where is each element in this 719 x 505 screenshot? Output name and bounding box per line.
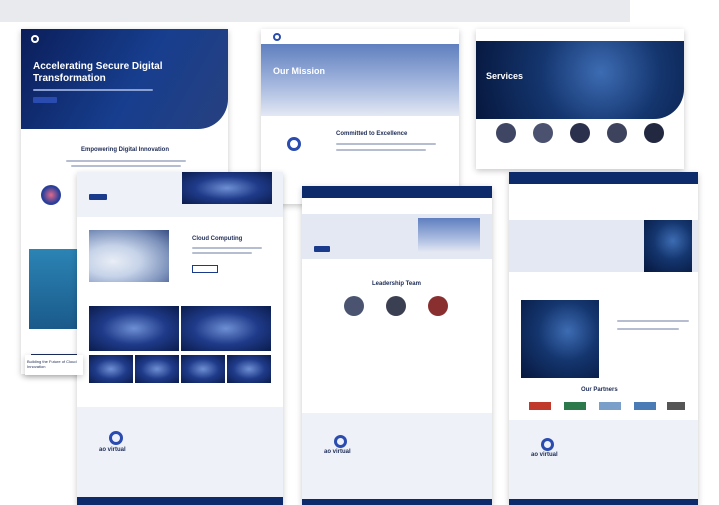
service-icon xyxy=(496,123,516,143)
partners-feature-image xyxy=(521,300,599,378)
mission-section-title: Committed to Excellence xyxy=(336,131,408,137)
logo-mark-icon xyxy=(287,137,301,151)
home-cone-image xyxy=(29,249,77,329)
logo-mark-icon xyxy=(334,435,347,448)
section-text-line xyxy=(192,252,252,254)
partner-logo xyxy=(667,402,685,410)
logo-mark-icon xyxy=(273,33,281,41)
page-partners: Our Partners ao virtual xyxy=(509,172,698,505)
page-cloud: Cloud Computing ao virtual xyxy=(77,172,283,505)
section-text-line xyxy=(336,143,436,145)
home-hero: Accelerating Secure Digital Transformati… xyxy=(21,29,228,129)
team-footer: ao virtual xyxy=(302,413,492,505)
home-section-title: Empowering Digital Innovation xyxy=(81,147,170,153)
cloud-cta-button[interactable] xyxy=(89,194,107,200)
home-hero-title: Accelerating Secure Digital Transformati… xyxy=(33,61,163,84)
footer-bottom-bar xyxy=(77,497,283,505)
partner-logo xyxy=(599,402,621,410)
gallery-image xyxy=(181,306,271,351)
partners-footer: ao virtual xyxy=(509,420,698,505)
team-cta-button[interactable] xyxy=(314,246,330,252)
user-avatar-icon xyxy=(386,296,406,316)
footer-brand: ao virtual xyxy=(99,447,126,453)
team-top-band xyxy=(302,186,492,198)
logo-mark-icon xyxy=(541,438,554,451)
logo-mark-icon xyxy=(31,35,39,43)
hero-cta-button[interactable] xyxy=(33,97,57,103)
page-cta-strip: Building the Future of Cloud Innovation xyxy=(25,355,83,375)
section-text-line xyxy=(192,247,262,249)
cloud-heading: Cloud Computing xyxy=(192,236,243,242)
cloud-banner-image xyxy=(182,172,272,204)
partner-logo xyxy=(564,402,586,410)
footer-bottom-bar xyxy=(509,499,698,505)
service-icon xyxy=(644,123,664,143)
service-icon xyxy=(607,123,627,143)
footer-brand: ao virtual xyxy=(531,452,558,458)
section-text-line xyxy=(617,320,689,322)
gallery-image xyxy=(89,355,133,383)
cta-strip-text: Building the Future of Cloud Innovation xyxy=(27,359,77,369)
partners-top-band xyxy=(509,172,698,184)
page-team: Leadership Team ao virtual xyxy=(302,186,492,505)
partner-logo xyxy=(529,402,551,410)
background-strip xyxy=(0,0,630,22)
section-text-line xyxy=(617,328,679,330)
section-text-line xyxy=(336,149,426,151)
services-hero: Services xyxy=(476,41,684,119)
mission-hero: Our Mission xyxy=(261,44,459,116)
services-hero-title: Services xyxy=(486,71,524,81)
section-text-line xyxy=(71,165,181,167)
gallery-image xyxy=(135,355,179,383)
user-avatar-icon xyxy=(344,296,364,316)
gallery-image xyxy=(181,355,225,383)
cloud-outline-button[interactable] xyxy=(192,265,218,273)
feature-globe-image xyxy=(41,185,61,205)
hero-text-line xyxy=(33,89,153,91)
section-text-line xyxy=(66,160,186,162)
partners-heading: Our Partners xyxy=(581,387,618,393)
gallery-image xyxy=(227,355,271,383)
team-heading: Leadership Team xyxy=(372,281,421,287)
partners-hero-image xyxy=(644,220,692,272)
mission-hero-title: Our Mission xyxy=(273,66,326,76)
user-avatar-icon xyxy=(428,296,448,316)
cloud-mountain-image xyxy=(89,230,169,282)
footer-bottom-bar xyxy=(302,499,492,505)
logo-mark-icon xyxy=(109,431,123,445)
cloud-footer: ao virtual xyxy=(77,407,283,505)
footer-brand: ao virtual xyxy=(324,449,351,455)
team-hero-image xyxy=(418,218,480,252)
service-icon xyxy=(533,123,553,143)
gallery-image xyxy=(89,306,179,351)
service-icon xyxy=(570,123,590,143)
page-services: Services xyxy=(476,29,684,169)
page-mission: Our Mission Committed to Excellence xyxy=(261,29,459,204)
partner-logo xyxy=(634,402,656,410)
